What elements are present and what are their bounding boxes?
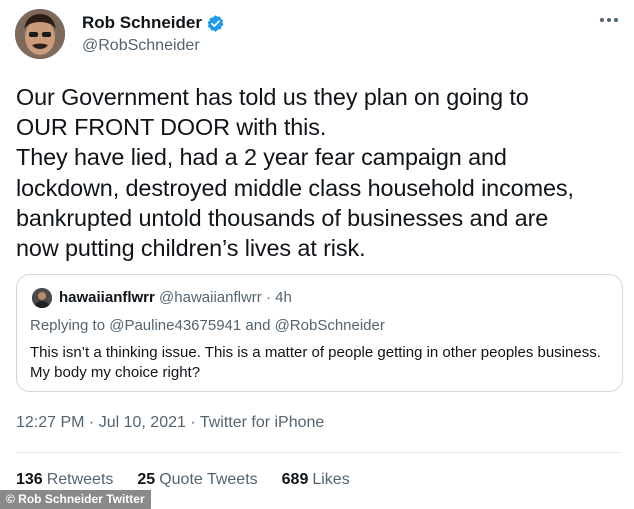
- image-credit: © Rob Schneider Twitter: [0, 490, 151, 509]
- retweets-count: 136: [16, 471, 43, 488]
- quote-header: hawaiianflwrr @hawaiianflwrr · 4h: [59, 289, 292, 306]
- quote-tweets-stat[interactable]: 25 Quote Tweets: [137, 471, 257, 489]
- stats-divider: [16, 452, 622, 453]
- author-avatar[interactable]: [15, 9, 65, 59]
- retweets-stat[interactable]: 136 Retweets: [16, 471, 113, 489]
- likes-stat[interactable]: 689 Likes: [282, 471, 350, 489]
- more-options-icon[interactable]: [596, 10, 622, 30]
- tweet-text-line: now putting children’s lives at risk.: [16, 235, 366, 262]
- quoted-tweet[interactable]: hawaiianflwrr @hawaiianflwrr · 4h Replyi…: [16, 274, 623, 392]
- tweet-timestamp[interactable]: 12:27 PM · Jul 10, 2021 · Twitter for iP…: [16, 414, 324, 432]
- author-handle[interactable]: @RobSchneider: [82, 37, 200, 55]
- quote-author-name[interactable]: hawaiianflwrr: [59, 289, 155, 306]
- quote-author-avatar[interactable]: [32, 288, 52, 308]
- quote-tweets-count: 25: [137, 471, 156, 488]
- quote-avatar-image: [32, 288, 52, 308]
- author-name-row[interactable]: Rob Schneider: [82, 13, 225, 33]
- author-name[interactable]: Rob Schneider: [82, 13, 202, 33]
- quote-body: This isn’t a thinking issue. This is a m…: [30, 344, 601, 381]
- tweet-text-line: Our Government has told us they plan on …: [16, 84, 529, 110]
- tweet-text-line: bankrupted untold thousands of businesse…: [16, 204, 549, 231]
- tweet-text: Our Government has told us they plan on …: [16, 82, 616, 263]
- engagement-stats: 136 Retweets 25 Quote Tweets 689 Likes: [16, 471, 350, 489]
- quote-replying-to[interactable]: Replying to @Pauline43675941 and @RobSch…: [30, 317, 385, 334]
- tweet-text-line: OUR FRONT DOOR with this.: [16, 114, 327, 141]
- author-avatar-image: [15, 9, 65, 59]
- likes-count: 689: [281, 471, 309, 488]
- verified-badge-icon: [207, 14, 224, 32]
- quote-author-handle-time[interactable]: @hawaiianflwrr · 4h: [159, 289, 292, 306]
- likes-label: Likes: [312, 471, 350, 488]
- quote-tweets-label: Quote Tweets: [159, 471, 258, 488]
- retweets-label: Retweets: [46, 471, 114, 488]
- tweet-text-line: lockdown, destroyed middle class househo…: [16, 174, 574, 201]
- tweet-text-line: They have lied, had a 2 year fear campai…: [16, 144, 507, 171]
